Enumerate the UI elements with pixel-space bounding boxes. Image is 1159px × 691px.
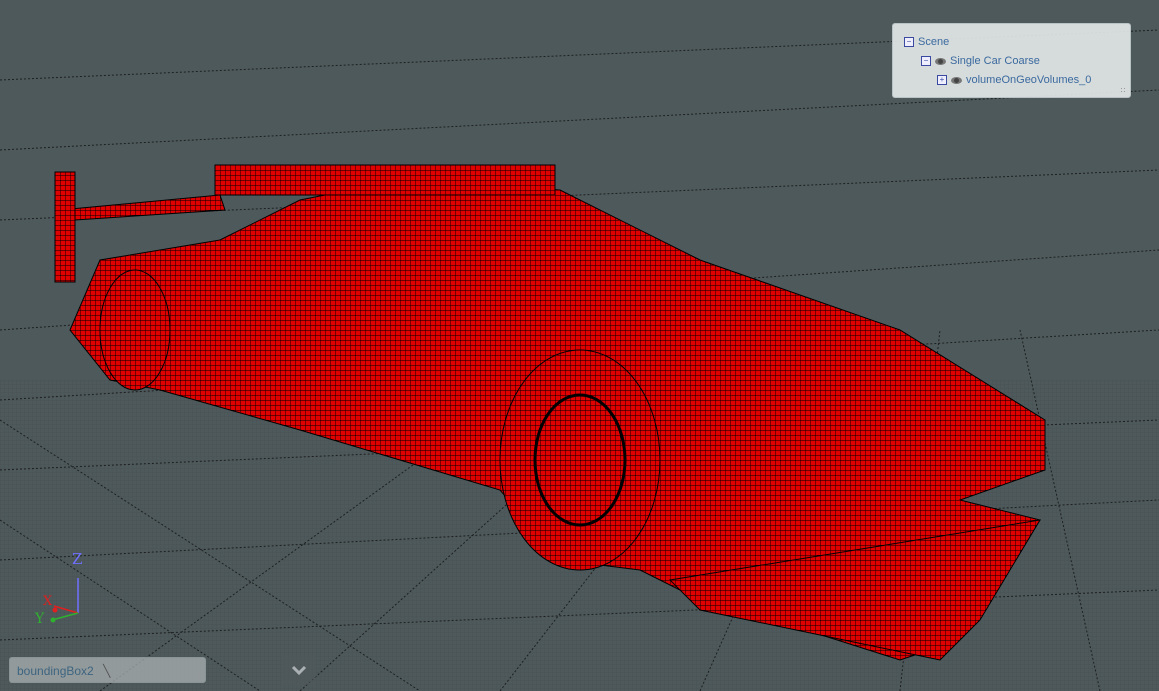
selection-field[interactable]: boundingBox2 ╲ [9, 657, 206, 683]
chevron-down-icon [291, 665, 307, 675]
collapse-panel-button[interactable] [282, 655, 316, 685]
expand-icon[interactable]: + [937, 75, 947, 85]
collapse-icon[interactable]: − [921, 56, 931, 66]
cursor-icon: ╲ [103, 664, 111, 678]
3d-viewport[interactable]: Z X Y [0, 0, 1159, 691]
eye-icon[interactable] [935, 57, 946, 65]
z-axis-label: Z [72, 550, 82, 568]
tree-node-label: Scene [918, 36, 950, 48]
selection-label: boundingBox2 [17, 664, 94, 678]
tree-node-label: Single Car Coarse [950, 55, 1040, 67]
y-axis-label: Y [34, 611, 45, 627]
x-axis-label: X [43, 594, 53, 609]
tree-node-label: volumeOnGeoVolumes_0 [966, 74, 1092, 86]
tree-node-scene[interactable]: − Scene [904, 36, 949, 48]
tree-node-volume[interactable]: + volumeOnGeoVolumes_0 [937, 74, 1091, 86]
tree-node-single-car-coarse[interactable]: − Single Car Coarse [921, 55, 1040, 67]
collapse-icon[interactable]: − [904, 37, 914, 47]
eye-icon[interactable] [951, 76, 962, 84]
resize-grip-icon[interactable] [1120, 87, 1127, 94]
scene-tree-panel: − Scene − Single Car Coarse + volumeOnGe… [892, 23, 1131, 98]
resize-grip-icon[interactable] [195, 672, 202, 679]
